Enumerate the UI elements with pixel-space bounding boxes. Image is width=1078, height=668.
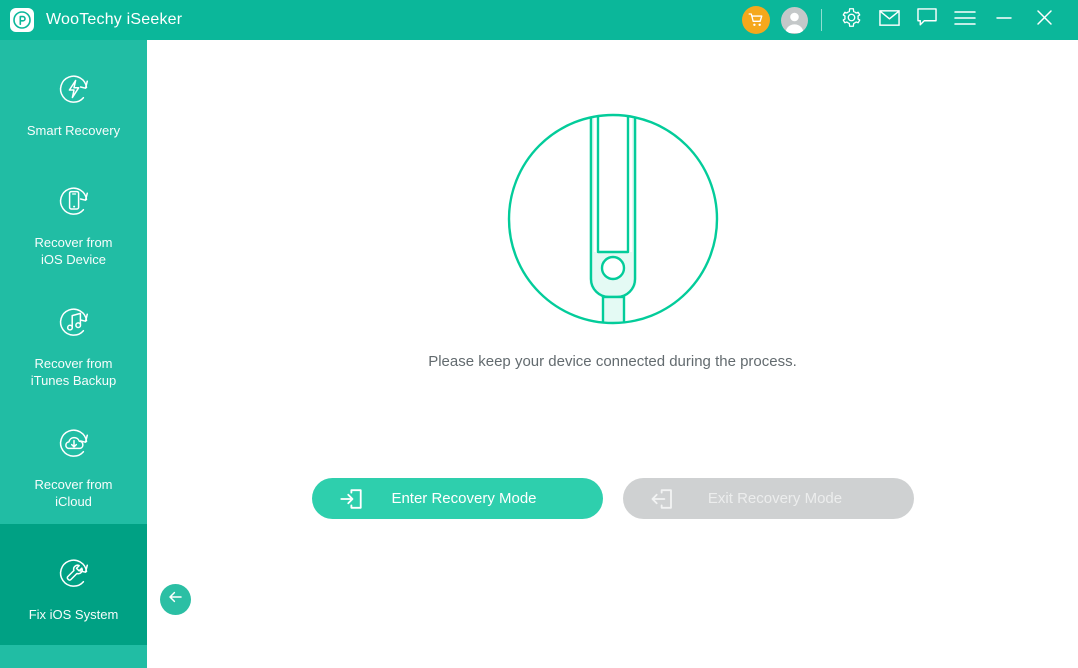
application-window: WooTechy iSeeker	[0, 0, 1078, 668]
arrow-left-icon	[168, 590, 183, 609]
shopping-cart-icon	[742, 6, 770, 34]
settings-button[interactable]	[832, 0, 870, 40]
wootechy-logo-icon	[10, 8, 34, 32]
title-bar: WooTechy iSeeker	[0, 0, 1078, 40]
minimize-button[interactable]	[984, 0, 1024, 40]
smart-recovery-icon	[50, 65, 98, 113]
mail-button[interactable]	[870, 0, 908, 40]
sidebar-item-icloud[interactable]: Recover from iCloud	[0, 403, 147, 524]
close-button[interactable]	[1024, 0, 1064, 40]
hamburger-menu-icon	[954, 10, 976, 31]
main-content: Please keep your device connected during…	[147, 40, 1078, 668]
icloud-icon	[50, 419, 98, 467]
sidebar: Smart Recovery Recover from iOS Device	[0, 40, 147, 668]
fix-ios-system-icon	[50, 549, 98, 597]
envelope-icon	[879, 9, 900, 32]
status-caption: Please keep your device connected during…	[147, 353, 1078, 370]
titlebar-actions	[737, 0, 1078, 40]
sidebar-item-label: Recover from iTunes Backup	[31, 355, 117, 389]
sidebar-item-label: Recover from iOS Device	[34, 234, 112, 268]
brand: WooTechy iSeeker	[10, 8, 182, 32]
account-button[interactable]	[775, 0, 813, 40]
sidebar-item-ios-device[interactable]: Recover from iOS Device	[0, 161, 147, 282]
app-title: WooTechy iSeeker	[46, 11, 182, 29]
enter-recovery-mode-button[interactable]: Enter Recovery Mode	[312, 478, 603, 519]
sidebar-item-smart-recovery[interactable]: Smart Recovery	[0, 40, 147, 161]
itunes-backup-icon	[50, 298, 98, 346]
device-connected-illustration	[506, 112, 720, 326]
sidebar-item-fix-ios-system[interactable]: Fix iOS System	[0, 524, 147, 645]
minimize-icon	[995, 11, 1013, 29]
user-avatar-icon	[781, 7, 808, 34]
feedback-button[interactable]	[908, 0, 946, 40]
gear-icon	[841, 7, 862, 33]
sidebar-item-itunes-backup[interactable]: Recover from iTunes Backup	[0, 282, 147, 403]
sidebar-item-label: Fix iOS System	[29, 606, 119, 623]
exit-arrow-icon	[651, 488, 673, 510]
exit-recovery-mode-button[interactable]: Exit Recovery Mode	[623, 478, 914, 519]
sidebar-item-label: Recover from iCloud	[34, 476, 112, 510]
sidebar-item-label: Smart Recovery	[27, 122, 120, 139]
chat-bubble-icon	[917, 8, 937, 32]
cart-button[interactable]	[737, 0, 775, 40]
titlebar-divider	[821, 9, 822, 31]
enter-arrow-icon	[340, 488, 362, 510]
menu-button[interactable]	[946, 0, 984, 40]
ios-device-icon	[50, 177, 98, 225]
back-button[interactable]	[160, 584, 191, 615]
recovery-mode-actions: Enter Recovery Mode Exit Recovery Mode	[147, 478, 1078, 519]
close-icon	[1035, 8, 1054, 32]
